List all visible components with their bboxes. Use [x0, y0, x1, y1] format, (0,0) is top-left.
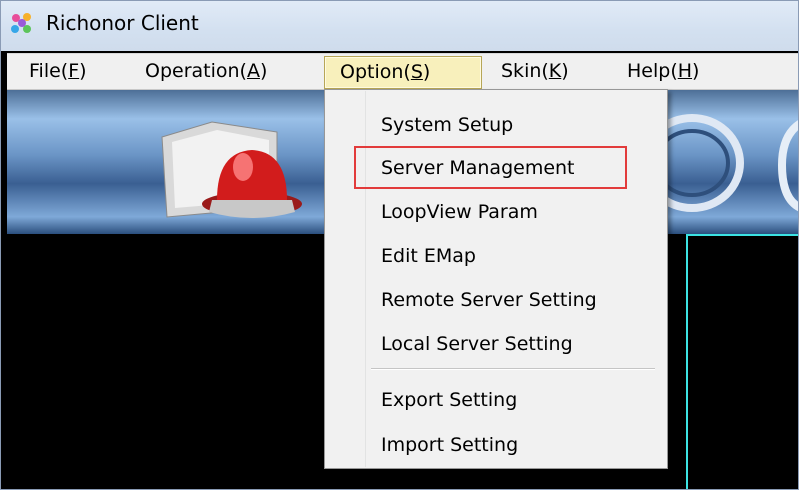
menu-item-local-server-setting[interactable]: Local Server Setting — [381, 325, 573, 363]
menu-separator — [371, 368, 655, 370]
menu-file-tail: ) — [79, 60, 87, 82]
menu-help-label: Help( — [627, 60, 678, 82]
menu-item-remote-server-setting[interactable]: Remote Server Setting — [381, 281, 597, 319]
window-title: Richonor Client — [46, 11, 199, 35]
menu-operation[interactable]: Operation(A) — [133, 56, 279, 89]
app-icon — [11, 13, 31, 33]
menu-help-accel: H — [677, 60, 693, 82]
menu-item-import-setting[interactable]: Import Setting — [381, 426, 518, 464]
menu-option[interactable]: Option(S) — [324, 56, 482, 89]
menu-operation-accel: A — [246, 60, 260, 82]
menu-skin-accel: K — [548, 60, 562, 82]
menu-operation-label: Operation( — [145, 60, 247, 82]
menu-item-edit-emap[interactable]: Edit EMap — [381, 237, 476, 275]
tool-icon[interactable] — [777, 110, 799, 220]
menu-bar: File(F) Operation(A) Option(S) Skin(K) H… — [7, 53, 798, 90]
highlight-box — [354, 146, 627, 189]
menu-item-system-setup[interactable]: System Setup — [381, 106, 513, 144]
menu-operation-tail: ) — [259, 60, 268, 82]
title-bar: Richonor Client — [1, 1, 798, 51]
menu-file[interactable]: File(F) — [17, 56, 99, 89]
menu-option-tail: ) — [422, 61, 431, 83]
menu-skin-tail: ) — [561, 60, 569, 82]
menu-option-accel: S — [410, 61, 423, 83]
app-window: Richonor Client File(F) Operation(A) Opt… — [0, 0, 799, 490]
menu-file-accel: F — [68, 60, 80, 82]
menu-help-tail: ) — [692, 60, 700, 82]
alarm-folder-icon[interactable] — [157, 112, 307, 222]
menu-skin-label: Skin( — [501, 60, 549, 82]
menu-item-export-setting[interactable]: Export Setting — [381, 381, 517, 419]
menu-skin[interactable]: Skin(K) — [489, 56, 581, 89]
video-window-frame[interactable] — [686, 234, 798, 489]
menu-option-label: Option( — [340, 61, 411, 83]
menu-item-loopview-param[interactable]: LoopView Param — [381, 193, 538, 231]
menu-file-label: File( — [29, 60, 69, 82]
menu-help[interactable]: Help(H) — [615, 56, 711, 89]
